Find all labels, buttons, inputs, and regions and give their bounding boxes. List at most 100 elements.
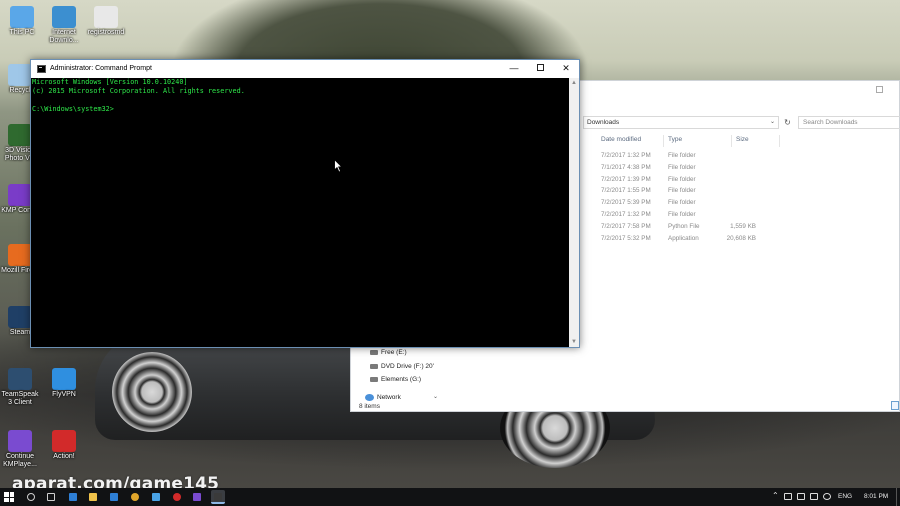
drive-icon xyxy=(370,363,378,369)
registry-file-icon xyxy=(94,6,118,28)
chevron-up-icon[interactable]: ⌃ xyxy=(772,491,779,500)
date-cell: 7/2/2017 5:32 PM xyxy=(601,234,651,242)
maximize-button[interactable] xyxy=(527,60,553,78)
console-output[interactable]: Microsoft Windows [Version 10.0.10240] (c… xyxy=(31,78,569,347)
close-button[interactable]: ✕ xyxy=(553,60,579,78)
desktop-icon[interactable]: Internet Downlo... xyxy=(44,6,84,45)
command-prompt-icon xyxy=(214,493,222,501)
date-cell: 7/2/2017 7:58 PM xyxy=(601,222,651,230)
column-header-date[interactable]: Date modified xyxy=(601,136,641,143)
file-row[interactable]: 7/2/2017 1:32 PM File folder xyxy=(583,210,900,222)
vertical-scrollbar[interactable]: ▲ ▼ xyxy=(569,78,579,347)
column-divider[interactable] xyxy=(779,135,780,147)
chevron-down-icon[interactable]: ⌄ xyxy=(433,391,438,404)
navigation-pane: Free (E:) DVD Drive (F:) 20' Elements (G:)… xyxy=(353,346,441,404)
desktop-icon[interactable]: This PC xyxy=(2,6,42,37)
type-cell: File folder xyxy=(668,210,696,218)
start-button[interactable] xyxy=(4,492,14,502)
file-row[interactable]: 7/2/2017 1:32 PM File folder xyxy=(583,151,900,163)
desktop-icon[interactable]: Continue KMPlaye... xyxy=(0,430,40,469)
date-cell: 7/2/2017 1:39 PM xyxy=(601,175,651,183)
desktop-icon-label: Action! xyxy=(53,453,75,460)
search-icon xyxy=(27,493,35,501)
desktop-icon[interactable]: registrosmd xyxy=(86,6,126,37)
taskbar-search-button[interactable] xyxy=(24,490,38,504)
chevron-down-icon[interactable]: ⌄ xyxy=(770,117,775,128)
column-divider[interactable] xyxy=(663,135,664,147)
date-cell: 7/2/2017 5:39 PM xyxy=(601,199,651,207)
taskbar-task-view-button[interactable] xyxy=(44,490,58,504)
type-cell: File folder xyxy=(668,187,696,195)
taskbar-store-button[interactable] xyxy=(107,490,121,504)
nav-item-drive[interactable]: Elements (G:) xyxy=(353,373,441,387)
nav-item-label: Network xyxy=(377,393,401,401)
kmplayer-icon xyxy=(193,493,201,501)
3d-vision-icon xyxy=(8,124,32,146)
address-text: Downloads xyxy=(587,119,620,126)
console-line: Microsoft Windows [Version 10.0.10240] xyxy=(32,78,188,86)
nav-item-label: Elements (G:) xyxy=(381,376,422,383)
scroll-down-icon[interactable]: ▼ xyxy=(569,337,579,347)
file-row[interactable]: 7/2/2017 5:39 PM File folder xyxy=(583,198,900,210)
taskbar-command-prompt-button[interactable] xyxy=(211,490,225,504)
wallpaper-wheel xyxy=(112,352,192,432)
flyvpn-icon xyxy=(152,493,160,501)
maximize-icon[interactable] xyxy=(876,86,883,93)
type-cell: File folder xyxy=(668,152,696,159)
volume-icon[interactable] xyxy=(823,493,831,500)
nav-item-network[interactable]: Network ⌄ xyxy=(353,391,441,405)
cmd-titlebar[interactable]: Administrator: Command Prompt — ✕ xyxy=(31,60,579,78)
file-row[interactable]: 7/2/2017 1:39 PM File folder xyxy=(583,175,900,187)
type-cell: File folder xyxy=(668,199,696,207)
clock[interactable]: 8:01 PM xyxy=(864,493,888,500)
network-icon[interactable] xyxy=(784,493,792,500)
taskbar-flyvpn-button[interactable] xyxy=(149,490,163,504)
column-header-type[interactable]: Type xyxy=(668,136,682,143)
teamspeak-icon xyxy=(8,368,32,390)
type-cell: File folder xyxy=(668,163,696,171)
address-bar[interactable]: Downloads ⌄ xyxy=(583,116,779,129)
file-row[interactable]: 7/1/2017 4:38 PM File folder xyxy=(583,163,900,175)
file-row[interactable]: 7/2/2017 1:55 PM File folder xyxy=(583,186,900,198)
desktop-icon-label: This PC xyxy=(9,29,35,36)
taskbar-chrome-button[interactable] xyxy=(128,490,142,504)
desktop-icon[interactable]: TeamSpeak 3 Client xyxy=(0,368,40,407)
column-divider[interactable] xyxy=(731,135,732,147)
minimize-button[interactable]: — xyxy=(501,60,527,78)
view-toggle-icon[interactable] xyxy=(891,401,899,410)
date-cell: 7/2/2017 1:32 PM xyxy=(601,210,651,218)
scroll-up-icon[interactable]: ▲ xyxy=(569,78,579,88)
window-title: Administrator: Command Prompt xyxy=(50,65,152,72)
refresh-icon[interactable]: ↻ xyxy=(782,117,793,128)
command-prompt-window[interactable]: Administrator: Command Prompt — ✕ Micros… xyxy=(30,59,580,348)
chat-icon[interactable] xyxy=(810,493,818,500)
nav-item-label: Free (E:) xyxy=(381,349,407,356)
show-desktop-button[interactable] xyxy=(896,488,900,506)
desktop-icon-label: registrosmd xyxy=(87,29,125,36)
file-explorer-icon xyxy=(89,493,97,501)
steam-icon xyxy=(8,306,32,328)
display-icon[interactable] xyxy=(797,493,805,500)
file-list: 7/2/2017 1:32 PM File folder 7/1/2017 4:38… xyxy=(583,151,900,245)
column-header-size[interactable]: Size xyxy=(736,136,749,143)
nav-item-drive[interactable]: Free (E:) xyxy=(353,346,441,360)
system-tray: ⌃ ENG 8:01 PM xyxy=(770,488,900,506)
nav-item-drive[interactable]: DVD Drive (F:) 20' xyxy=(353,360,441,374)
store-icon xyxy=(110,493,118,501)
windows-logo-icon xyxy=(9,497,14,502)
taskbar-edge-button[interactable] xyxy=(66,490,80,504)
taskbar-action-button[interactable] xyxy=(170,490,184,504)
date-cell: 7/2/2017 1:55 PM xyxy=(601,187,651,195)
language-indicator[interactable]: ENG xyxy=(838,493,852,500)
taskbar-file-explorer-button[interactable] xyxy=(86,490,100,504)
file-row[interactable]: 7/2/2017 5:32 PM Application 20,608 KB xyxy=(583,234,900,246)
date-cell: 7/2/2017 1:32 PM xyxy=(601,152,651,159)
search-input[interactable]: Search Downloads xyxy=(798,116,900,129)
taskbar-kmplayer-button[interactable] xyxy=(190,490,204,504)
size-cell: 1,559 KB xyxy=(730,222,756,230)
desktop-icon[interactable]: FlyVPN xyxy=(44,368,84,399)
file-row[interactable]: 7/2/2017 7:58 PM Python File 1,559 KB xyxy=(583,222,900,234)
desktop-icon[interactable]: Action! xyxy=(44,430,84,461)
desktop-icon-label: Continue KMPlaye... xyxy=(3,453,37,468)
